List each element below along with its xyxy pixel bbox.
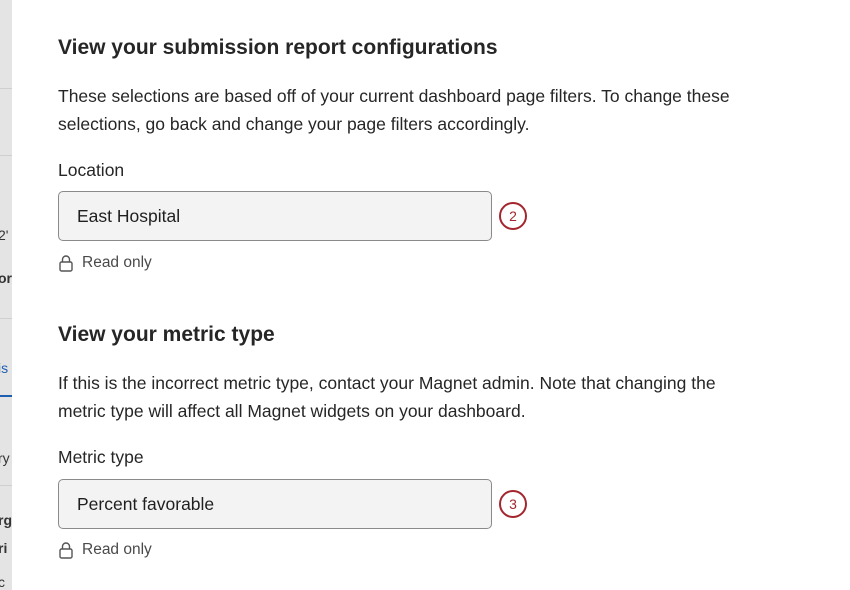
background-divider [0,155,12,156]
metric-type-field[interactable]: Percent favorable [58,479,492,529]
location-readonly-note: Read only [58,254,152,272]
background-text-fragment: 2' [0,227,9,243]
readonly-text: Read only [82,541,152,558]
background-text-fragment: rg [0,512,12,528]
lock-icon [59,255,73,272]
background-text-fragment: ry [0,450,10,466]
section-description-metric-type: If this is the incorrect metric type, co… [58,373,716,421]
section-description-submission-report: These selections are based off of your c… [58,86,730,134]
background-page: 2' or is ry rg ri c [0,0,12,590]
background-link-fragment: is [0,360,9,376]
app-root: 2' or is ry rg ri c View your submission… [0,0,850,590]
location-field[interactable]: East Hospital [58,191,492,241]
background-text-fragment: or [0,270,12,286]
metric-type-readonly-note: Read only [58,541,152,559]
readonly-text: Read only [82,254,152,271]
location-label: Location [58,160,125,180]
background-text-fragment: c [0,574,5,590]
metric-type-label: Metric type [58,447,144,467]
background-text-fragment: ri [0,540,8,556]
submission-config-panel: View your submission report configuratio… [12,0,850,590]
callout-badge-3: 3 [499,490,527,518]
background-divider [0,318,12,319]
section-title-metric-type: View your metric type [58,323,275,346]
background-link-underline [0,395,12,397]
lock-icon [59,542,73,559]
section-title-submission-report: View your submission report configuratio… [58,36,498,59]
background-divider [0,88,12,89]
background-divider [0,485,12,486]
callout-badge-2: 2 [499,202,527,230]
